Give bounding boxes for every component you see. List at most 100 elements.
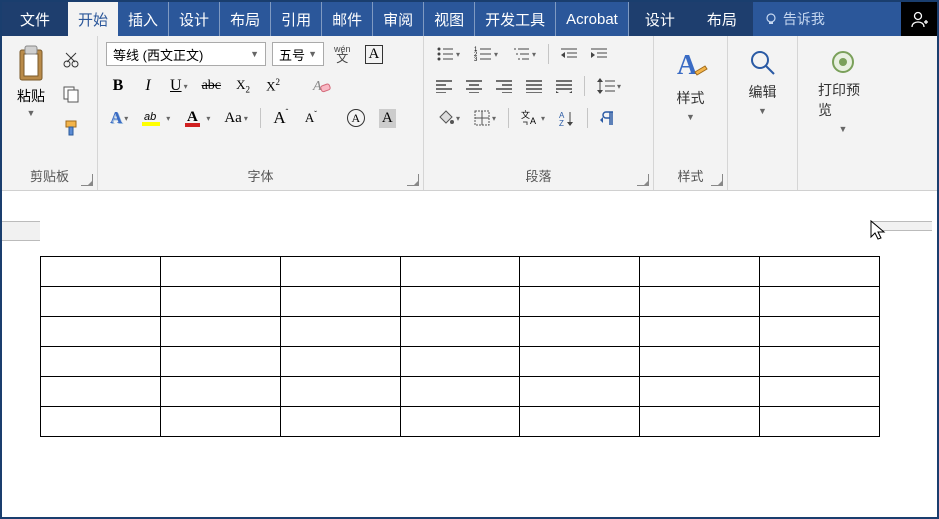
find-button[interactable]: 编辑 ▼	[734, 40, 792, 124]
table-cell[interactable]	[160, 317, 280, 347]
character-border-button[interactable]: A	[361, 42, 388, 66]
italic-button[interactable]: I	[136, 74, 160, 98]
table-cell[interactable]	[520, 377, 640, 407]
align-center-button[interactable]	[462, 74, 486, 98]
table-cell[interactable]	[280, 407, 400, 437]
underline-button[interactable]: U▾	[166, 74, 192, 98]
sort-button[interactable]: AZ	[555, 106, 579, 130]
table-cell[interactable]	[760, 287, 880, 317]
bold-button[interactable]: B	[106, 74, 130, 98]
character-shading-button[interactable]: A	[375, 106, 400, 130]
numbering-button[interactable]: 123▾	[470, 42, 502, 66]
table-row[interactable]	[41, 347, 880, 377]
tab-references[interactable]: 引用	[271, 2, 322, 36]
line-spacing-button[interactable]: ▾	[593, 74, 625, 98]
show-marks-button[interactable]	[596, 106, 620, 130]
cut-button[interactable]	[58, 48, 84, 72]
table-cell[interactable]	[640, 347, 760, 377]
table-cell[interactable]	[280, 347, 400, 377]
table-cell[interactable]	[280, 377, 400, 407]
tab-mailings[interactable]: 邮件	[322, 2, 373, 36]
table-cell[interactable]	[760, 257, 880, 287]
bullets-button[interactable]: ▾	[432, 42, 464, 66]
print-preview-button[interactable]: 打印预览 ▼	[804, 40, 882, 142]
table-cell[interactable]	[640, 287, 760, 317]
strikethrough-button[interactable]: abc	[198, 74, 225, 98]
tab-acrobat[interactable]: Acrobat	[556, 2, 629, 36]
highlight-button[interactable]: ab▾	[138, 106, 174, 130]
table-cell[interactable]	[760, 317, 880, 347]
increase-indent-button[interactable]	[587, 42, 611, 66]
styles-button[interactable]: A 样式 ▼	[659, 40, 723, 130]
table-cell[interactable]	[520, 317, 640, 347]
subscript-button[interactable]: X2	[231, 74, 255, 98]
table-cell[interactable]	[760, 377, 880, 407]
table-cell[interactable]	[640, 257, 760, 287]
table-cell[interactable]	[160, 377, 280, 407]
table-cell[interactable]	[41, 257, 161, 287]
tab-design[interactable]: 设计	[169, 2, 220, 36]
table-cell[interactable]	[160, 407, 280, 437]
table-cell[interactable]	[280, 317, 400, 347]
table-cell[interactable]	[520, 257, 640, 287]
copy-button[interactable]	[58, 82, 84, 106]
table-cell[interactable]	[400, 287, 520, 317]
share-button[interactable]	[901, 2, 937, 36]
enclose-characters-button[interactable]: A	[343, 106, 369, 130]
font-name-combo[interactable]: 等线 (西文正文)▼	[106, 42, 266, 66]
tab-table-design[interactable]: 设计	[629, 2, 691, 36]
tab-home[interactable]: 开始	[68, 2, 118, 36]
font-size-combo[interactable]: 五号▼	[272, 42, 324, 66]
table-row[interactable]	[41, 407, 880, 437]
table-cell[interactable]	[640, 377, 760, 407]
table-cell[interactable]	[400, 407, 520, 437]
table-cell[interactable]	[760, 407, 880, 437]
text-effects-button[interactable]: A▾	[106, 106, 132, 130]
text-direction-button[interactable]: 文A▾	[517, 106, 549, 130]
change-case-button[interactable]: Aa▾	[220, 106, 252, 130]
decrease-indent-button[interactable]	[557, 42, 581, 66]
table-cell[interactable]	[41, 317, 161, 347]
justify-button[interactable]	[522, 74, 546, 98]
distributed-button[interactable]	[552, 74, 576, 98]
shading-button[interactable]: ▾	[432, 106, 464, 130]
table-cell[interactable]	[400, 317, 520, 347]
dialog-launcher-icon[interactable]	[711, 174, 723, 186]
table-cell[interactable]	[41, 377, 161, 407]
clear-formatting-button[interactable]: A	[307, 74, 335, 98]
tab-insert[interactable]: 插入	[118, 2, 169, 36]
table-cell[interactable]	[400, 257, 520, 287]
shrink-font-button[interactable]: Aˇ	[299, 106, 323, 130]
table-cell[interactable]	[160, 257, 280, 287]
dialog-launcher-icon[interactable]	[637, 174, 649, 186]
table-row[interactable]	[41, 317, 880, 347]
table-cell[interactable]	[520, 347, 640, 377]
table-cell[interactable]	[520, 287, 640, 317]
multilevel-list-button[interactable]: ▾	[508, 42, 540, 66]
document-area[interactable]	[2, 191, 937, 517]
table-cell[interactable]	[640, 407, 760, 437]
grow-font-button[interactable]: Aˆ	[269, 106, 293, 130]
tab-file[interactable]: 文件	[2, 2, 68, 36]
format-painter-button[interactable]	[58, 116, 84, 140]
table-cell[interactable]	[520, 407, 640, 437]
table-cell[interactable]	[41, 407, 161, 437]
table-cell[interactable]	[41, 287, 161, 317]
dialog-launcher-icon[interactable]	[407, 174, 419, 186]
table-cell[interactable]	[400, 347, 520, 377]
dialog-launcher-icon[interactable]	[81, 174, 93, 186]
table-row[interactable]	[41, 257, 880, 287]
table-cell[interactable]	[400, 377, 520, 407]
paste-button[interactable]: 粘贴 ▼	[14, 44, 48, 118]
align-left-button[interactable]	[432, 74, 456, 98]
tab-layout[interactable]: 布局	[220, 2, 271, 36]
document-page[interactable]	[40, 221, 927, 437]
tell-me-search[interactable]: 告诉我	[753, 2, 835, 36]
phonetic-guide-button[interactable]: wén 文	[330, 42, 355, 66]
table-cell[interactable]	[160, 287, 280, 317]
table-cell[interactable]	[280, 287, 400, 317]
tab-developer[interactable]: 开发工具	[475, 2, 556, 36]
document-table[interactable]	[40, 256, 880, 437]
table-cell[interactable]	[160, 347, 280, 377]
table-cell[interactable]	[640, 317, 760, 347]
